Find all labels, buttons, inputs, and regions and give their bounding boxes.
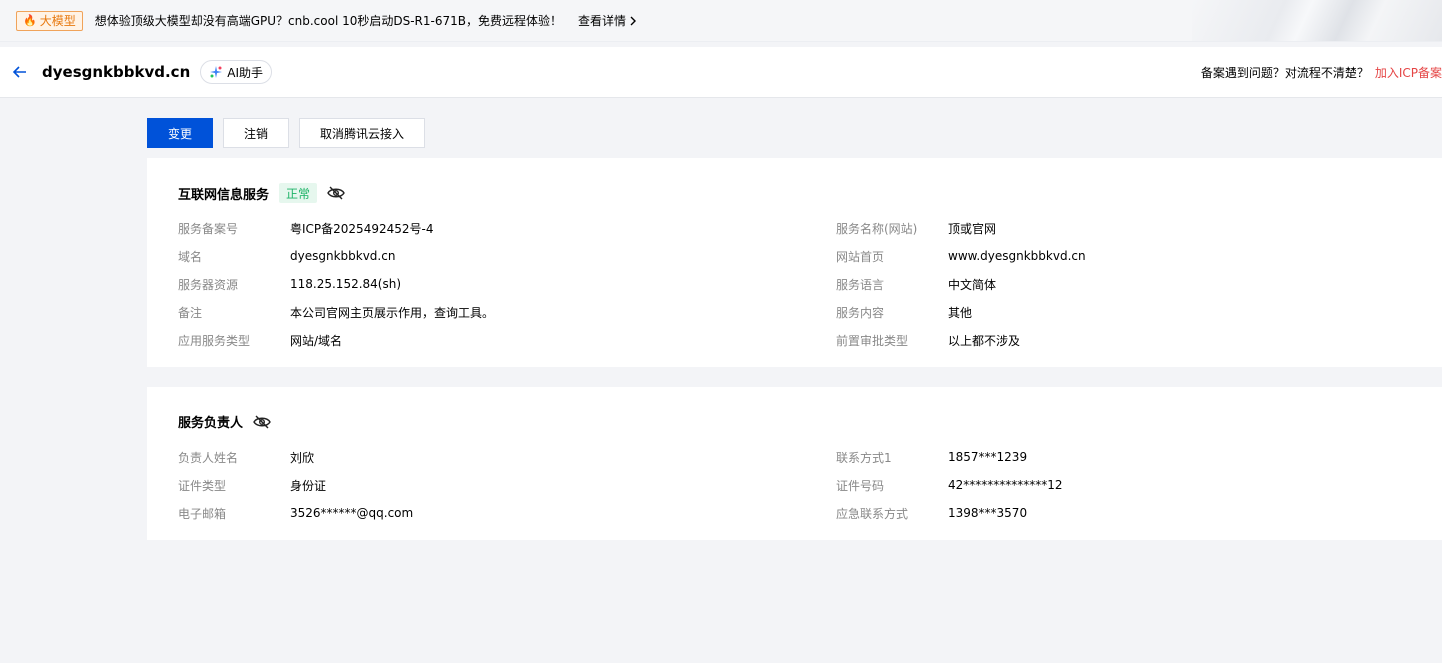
- owner-right-column: 联系方式1 1857***1239 证件号码 42**************12 …: [836, 443, 1063, 527]
- banner-text: 想体验顶级大模型却没有高端GPU？cnb.cool 10秒启动DS-R1-671…: [94, 14, 563, 28]
- field-label: 服务器资源: [178, 277, 239, 292]
- banner-decoration: [1192, 0, 1442, 41]
- ai-sparkle-icon: [210, 66, 223, 78]
- eye-off-icon[interactable]: [253, 413, 271, 431]
- cancel-filing-button[interactable]: 注销: [223, 118, 289, 148]
- field-value: 1398***3570: [948, 506, 1028, 520]
- help-area: 备案遇到问题？对流程不清楚？ 加入ICP备案: [1201, 47, 1442, 98]
- info-row: 服务内容 其他: [836, 298, 1086, 326]
- field-label: 应用服务类型: [178, 333, 251, 348]
- owner-left-column: 负责人姓名 刘欣 证件类型 身份证 电子邮箱 3526******@qq.com: [178, 443, 413, 527]
- field-value: 刘欣: [290, 450, 315, 465]
- field-value: dyesgnkbbkvd.cn: [290, 249, 396, 263]
- info-row: 应急联系方式 1398***3570: [836, 499, 1063, 527]
- field-value: 42**************12: [948, 478, 1063, 492]
- badge-label: 大模型: [39, 14, 76, 28]
- field-label: 域名: [178, 249, 203, 264]
- service-info-card: 互联网信息服务 正常 服务备案号 粤ICP备2025492452号-4 域名 dye…: [147, 158, 1442, 367]
- fire-icon: 🔥: [23, 14, 37, 27]
- join-icp-link[interactable]: 加入ICP备案: [1375, 64, 1442, 81]
- field-label: 电子邮箱: [178, 506, 227, 521]
- field-label: 服务名称(网站): [836, 221, 918, 236]
- info-row: 网站首页 www.dyesgnkbbkvd.cn: [836, 242, 1086, 270]
- info-row: 证件类型 身份证: [178, 471, 413, 499]
- field-label: 证件类型: [178, 478, 227, 493]
- field-label: 应急联系方式: [836, 506, 909, 521]
- banner-details-link[interactable]: 查看详情: [578, 12, 637, 29]
- page-header: dyesgnkbbkvd.cn AI助手 备案遇到问题？对流程不清楚？ 加入IC…: [0, 47, 1442, 98]
- field-label: 网站首页: [836, 249, 885, 264]
- field-value: www.dyesgnkbbkvd.cn: [948, 249, 1086, 263]
- info-row: 服务备案号 粤ICP备2025492452号-4: [178, 214, 494, 242]
- field-value: 3526******@qq.com: [290, 506, 414, 520]
- service-owner-card: 服务负责人 负责人姓名 刘欣 证件类型 身份证 电子邮箱 3526******@qq.…: [147, 387, 1442, 540]
- field-value: 身份证: [290, 478, 327, 493]
- service-card-header: 互联网信息服务 正常: [178, 183, 345, 203]
- info-row: 应用服务类型 网站/域名: [178, 326, 494, 354]
- info-row: 前置审批类型 以上都不涉及: [836, 326, 1086, 354]
- info-row: 服务器资源 118.25.152.84(sh): [178, 270, 494, 298]
- change-button[interactable]: 变更: [147, 118, 213, 148]
- field-value: 网站/域名: [290, 333, 343, 348]
- ai-button-label: AI助手: [227, 65, 263, 80]
- owner-card-title: 服务负责人: [178, 416, 244, 431]
- info-row: 联系方式1 1857***1239: [836, 443, 1063, 471]
- field-value: 以上都不涉及: [948, 333, 1021, 348]
- field-label: 服务备案号: [178, 221, 239, 236]
- banner-link-label: 查看详情: [578, 14, 627, 28]
- service-right-column: 服务名称(网站) 顶或官网 网站首页 www.dyesgnkbbkvd.cn 服务语…: [836, 214, 1086, 354]
- hot-badge: 🔥 大模型: [16, 10, 83, 31]
- field-label: 服务语言: [836, 277, 885, 292]
- field-label: 前置审批类型: [836, 333, 909, 348]
- info-row: 证件号码 42**************12: [836, 471, 1063, 499]
- owner-card-header: 服务负责人: [178, 412, 271, 431]
- eye-off-icon[interactable]: [327, 184, 345, 202]
- field-value: 顶或官网: [948, 221, 997, 236]
- info-row: 电子邮箱 3526******@qq.com: [178, 499, 413, 527]
- field-label: 备注: [178, 305, 203, 320]
- chevron-right-icon: [630, 16, 637, 25]
- ai-assistant-button[interactable]: AI助手: [200, 60, 272, 84]
- action-bar: 变更 注销 取消腾讯云接入: [147, 118, 425, 148]
- field-label: 联系方式1: [836, 450, 892, 465]
- promo-banner: 🔥 大模型 想体验顶级大模型却没有高端GPU？cnb.cool 10秒启动DS-…: [0, 0, 1442, 42]
- help-question: 备案遇到问题？对流程不清楚？: [1200, 66, 1369, 80]
- cancel-tencent-access-button[interactable]: 取消腾讯云接入: [299, 118, 425, 148]
- back-arrow-icon[interactable]: [12, 64, 28, 80]
- info-row: 域名 dyesgnkbbkvd.cn: [178, 242, 494, 270]
- status-badge: 正常: [279, 183, 318, 203]
- info-row: 服务语言 中文简体: [836, 270, 1086, 298]
- field-value: 其他: [948, 305, 973, 320]
- info-row: 负责人姓名 刘欣: [178, 443, 413, 471]
- field-value: 粤ICP备2025492452号-4: [290, 221, 434, 236]
- field-value: 1857***1239: [948, 450, 1028, 464]
- info-row: 备注 本公司官网主页展示作用，查询工具。: [178, 298, 494, 326]
- page-title: dyesgnkbbkvd.cn: [42, 63, 191, 81]
- field-label: 服务内容: [836, 305, 885, 320]
- service-left-column: 服务备案号 粤ICP备2025492452号-4 域名 dyesgnkbbkvd.c…: [178, 214, 494, 354]
- info-row: 服务名称(网站) 顶或官网: [836, 214, 1086, 242]
- field-value: 118.25.152.84(sh): [290, 277, 402, 291]
- field-value: 中文简体: [948, 277, 997, 292]
- field-label: 证件号码: [836, 478, 885, 493]
- service-card-title: 互联网信息服务: [178, 187, 270, 203]
- field-label: 负责人姓名: [178, 450, 239, 465]
- field-value: 本公司官网主页展示作用，查询工具。: [290, 305, 495, 320]
